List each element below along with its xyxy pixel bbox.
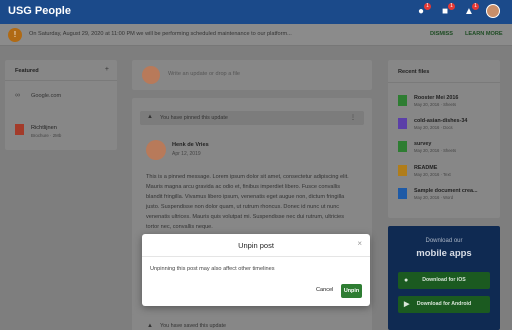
mobile-title: mobile apps (416, 248, 472, 259)
file-name: Rooster Mei 2016 (414, 95, 459, 101)
pin-icon: ▲ (147, 323, 153, 329)
recent-files-card: Recent files Rooster Mei 2016 May 20, 20… (388, 60, 500, 218)
featured-card: Featured + ∞ Google.com Richtlijnen Broc… (5, 60, 117, 150)
cancel-button[interactable]: Cancel (316, 287, 333, 293)
featured-link[interactable]: Google.com (31, 93, 61, 99)
android-download-label: Download for Android (416, 301, 472, 307)
announcement-bar: ! On Saturday, August 29, 2020 at 11:00 … (0, 24, 512, 46)
app-title: USG People (8, 5, 71, 17)
file-name: README (414, 165, 438, 171)
dismiss-button[interactable]: DISMISS (430, 31, 453, 37)
word-icon (398, 188, 407, 199)
file-meta: May 20, 2016 · Word (414, 195, 454, 200)
doc-icon (398, 118, 407, 129)
dialog-message: Unpinning this post may also affect othe… (150, 266, 275, 272)
link-icon: ∞ (15, 92, 20, 99)
avatar (142, 66, 160, 84)
file-meta: May 20, 2016 · Sheets (414, 148, 457, 153)
second-post-card: ▲ You have saved this update (132, 314, 372, 330)
file-name: cold-asian-dishes-34 (414, 118, 468, 124)
more-icon[interactable]: ⋮ (350, 114, 356, 121)
post-author[interactable]: Henk de Vries (172, 142, 209, 148)
text-file-icon (398, 165, 407, 176)
user-avatar[interactable] (486, 4, 500, 18)
chat-icon[interactable]: ■ 1 (438, 3, 455, 19)
pinned-notice: You have pinned this update (160, 115, 228, 121)
divider (5, 80, 117, 81)
unpin-button[interactable]: Unpin (341, 284, 362, 298)
pin-icon: ▲ (147, 114, 153, 120)
notification-badge: 1 (448, 3, 455, 10)
file-name: Sample document crea... (414, 188, 478, 194)
bell-icon[interactable]: ▲ 1 (462, 3, 479, 19)
top-icons: ● 1 ■ 1 ▲ 1 (414, 3, 500, 19)
android-icon: ▶ (404, 301, 410, 308)
pinned-notice-bar: ▲ You have pinned this update ⋮ (140, 111, 364, 125)
notification-badge: 1 (472, 3, 479, 10)
file-meta: May 20, 2016 · Sheets (414, 102, 457, 107)
composer-input[interactable]: Write an update or drop a file (168, 71, 240, 77)
android-download-button[interactable]: ▶ Download for Android (398, 296, 490, 313)
recent-files-title: Recent files (398, 69, 430, 75)
avatar[interactable] (146, 140, 166, 160)
featured-file-meta: Brochure · 2Mb (31, 133, 62, 138)
file-name: survey (414, 141, 432, 147)
announcement-text: On Saturday, August 29, 2020 at 11:00 PM… (29, 31, 292, 37)
people-icon[interactable]: ● 1 (414, 3, 431, 19)
file-meta: May 20, 2016 · Text (414, 172, 451, 177)
post-date: Apr 12, 2019 (172, 151, 201, 157)
unpin-dialog: Unpin post × Unpinning this post may als… (142, 234, 370, 306)
sheet-icon (398, 95, 407, 106)
featured-file[interactable]: Richtlijnen (31, 125, 57, 131)
mobile-subtitle: Download our (425, 238, 463, 244)
divider (388, 82, 500, 83)
ios-download-button[interactable]: ● Download for iOS (398, 272, 490, 289)
divider (142, 256, 370, 257)
learn-more-button[interactable]: LEARN MORE (465, 31, 503, 37)
dialog-title: Unpin post (238, 241, 274, 250)
apple-icon: ● (404, 277, 409, 284)
notification-badge: 1 (424, 3, 431, 10)
saved-notice: You have saved this update (160, 323, 227, 329)
composer-card: Write an update or drop a file (132, 60, 372, 90)
ios-download-label: Download for iOS (422, 277, 466, 283)
add-featured-button[interactable]: + (105, 66, 109, 73)
sheet-icon (398, 141, 407, 152)
close-icon[interactable]: × (357, 239, 362, 248)
file-meta: May 20, 2016 · Docs (414, 125, 453, 130)
pdf-icon (15, 124, 24, 135)
top-bar: USG People ● 1 ■ 1 ▲ 1 (0, 0, 512, 24)
mobile-apps-card: Download our mobile apps ● Download for … (388, 226, 500, 330)
alert-icon: ! (8, 28, 22, 42)
post-body: This is a pinned message. Lorem ipsum do… (146, 174, 349, 230)
featured-title: Featured (15, 68, 39, 74)
